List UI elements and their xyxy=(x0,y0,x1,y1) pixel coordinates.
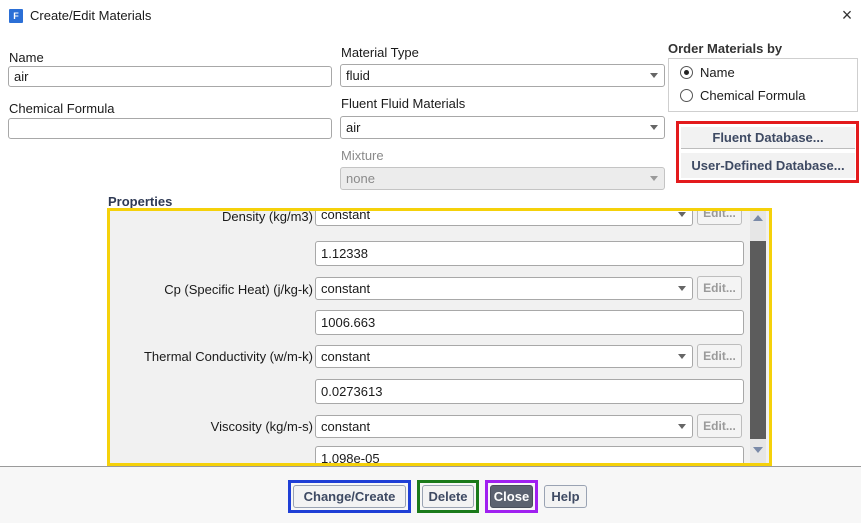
close-window-icon[interactable]: × xyxy=(836,4,858,26)
properties-title: Properties xyxy=(108,194,173,209)
order-by-name-label: Name xyxy=(700,65,735,80)
help-button[interactable]: Help xyxy=(544,485,587,508)
close-button[interactable]: Close xyxy=(490,485,533,508)
fluent-fluid-materials-label: Fluent Fluid Materials xyxy=(341,96,466,111)
window-title: Create/Edit Materials xyxy=(30,8,152,23)
chemical-formula-field[interactable] xyxy=(8,118,332,139)
order-materials-group xyxy=(668,58,858,112)
order-by-name-radio[interactable] xyxy=(680,66,693,79)
chemical-formula-label: Chemical Formula xyxy=(9,101,115,116)
mixture-value: none xyxy=(346,171,375,186)
name-field[interactable]: air xyxy=(8,66,332,87)
material-type-label: Material Type xyxy=(341,45,419,60)
name-label: Name xyxy=(9,50,44,65)
material-type-value: fluid xyxy=(346,68,370,83)
mixture-label: Mixture xyxy=(341,148,384,163)
fluent-database-button[interactable]: Fluent Database... xyxy=(681,127,855,149)
order-by-formula-label: Chemical Formula xyxy=(700,88,806,103)
chevron-down-icon xyxy=(650,73,658,78)
title-bar: F Create/Edit Materials × xyxy=(0,0,861,34)
app-icon: F xyxy=(9,9,23,23)
user-defined-database-button[interactable]: User-Defined Database... xyxy=(681,153,855,178)
chevron-down-icon xyxy=(650,176,658,181)
fluent-fluid-materials-value: air xyxy=(346,120,361,135)
properties-highlight-box xyxy=(107,208,772,466)
delete-button[interactable]: Delete xyxy=(422,485,474,508)
material-type-dropdown[interactable]: fluid xyxy=(340,64,665,87)
chevron-down-icon xyxy=(650,125,658,130)
change-create-button[interactable]: Change/Create xyxy=(293,485,406,508)
order-by-formula-radio[interactable] xyxy=(680,89,693,102)
fluent-fluid-materials-dropdown[interactable]: air xyxy=(340,116,665,139)
order-materials-title: Order Materials by xyxy=(668,41,783,56)
mixture-dropdown[interactable]: none xyxy=(340,167,665,190)
